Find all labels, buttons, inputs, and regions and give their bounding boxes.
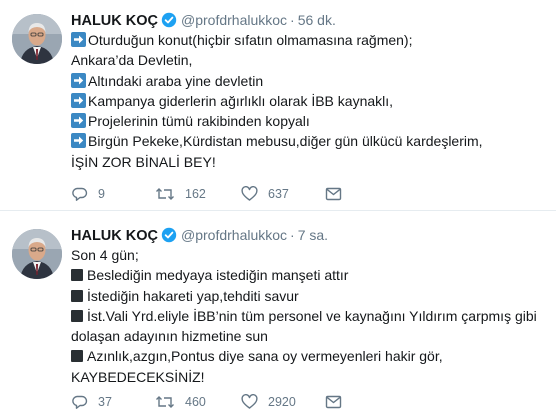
tweet-text-line-content: dolaşan adayının hizmetine sun	[71, 328, 268, 345]
tweet-actions: 37 460 2920	[71, 392, 345, 412]
black-square-emoji-icon	[71, 289, 83, 302]
like-count: 2920	[268, 395, 296, 409]
tweet-header: HALUK KOÇ @profdrhalukkoc · 56 dk.	[71, 10, 548, 30]
avatar[interactable]	[12, 229, 62, 279]
direct-message-icon	[325, 395, 342, 409]
reply-count: 37	[98, 395, 112, 409]
tweet-text-line-content: Azınlık,azgın,Pontus diye sana oy vermey…	[87, 348, 443, 365]
tweet-text-line-content: Kampanya giderlerin ağırlıklı olarak İBB…	[88, 92, 394, 109]
tweet-timestamp[interactable]: 7 sa.	[298, 227, 328, 243]
tweet-header: HALUK KOÇ @profdrhalukkoc · 7 sa.	[71, 225, 548, 245]
author-handle[interactable]: @profdrhalukkoc	[181, 12, 287, 28]
direct-message-icon	[325, 187, 342, 201]
right-arrow-emoji-icon	[71, 113, 86, 129]
right-arrow-emoji-icon	[71, 72, 86, 88]
tweet-text: Son 4 gün; Beslediğin medyaya istediğin m…	[71, 245, 548, 387]
tweet-text-line: dolaşan adayının hizmetine sun	[71, 326, 548, 346]
reply-icon	[72, 395, 88, 409]
author-name[interactable]: HALUK KOÇ	[71, 228, 158, 244]
tweet-text-line: KAYBEDECEKSİNİZ!	[71, 367, 548, 387]
direct-message-button[interactable]	[325, 184, 345, 204]
tweet-content: HALUK KOÇ @profdrhalukkoc · 7 sa. Son 4 gün…	[71, 225, 548, 387]
right-arrow-emoji-icon	[71, 133, 86, 149]
right-arrow-emoji-icon	[71, 32, 86, 47]
tweet-text-line-content: İst.Vali Yrd.eliyle İBB’nin tüm personel…	[87, 307, 537, 324]
retweet-button[interactable]: 460	[155, 392, 241, 412]
tweet-text-line-content: Oturduğun konut(hiçbir sıfatın olmamasın…	[88, 32, 413, 48]
black-square-emoji-icon	[71, 269, 83, 282]
tweet-text-line: Projelerinin tümü rakibinden kopyalı	[71, 111, 548, 131]
tweet[interactable]: HALUK KOÇ @profdrhalukkoc · 56 dk. Oturduğu…	[0, 0, 556, 211]
retweet-icon	[156, 396, 174, 408]
direct-message-button[interactable]	[325, 392, 345, 412]
like-button[interactable]: 637	[241, 184, 325, 204]
tweet-text-line-content: Birgün Pekeke,Kürdistan mebusu,diğer gün…	[88, 133, 483, 150]
verified-badge-icon	[161, 12, 177, 28]
tweet-text-line-content: İŞİN ZOR BİNALİ BEY!	[71, 153, 216, 170]
separator-dot: ·	[290, 227, 295, 243]
black-square-emoji-icon	[71, 309, 83, 322]
reply-icon	[72, 187, 88, 201]
tweet-text-line-content: Projelerinin tümü rakibinden kopyalı	[88, 113, 310, 130]
tweet-text-line: Son 4 gün;	[71, 245, 548, 265]
like-count: 637	[268, 187, 289, 201]
tweet-text-line-content: Altındaki araba yine devletin	[88, 72, 264, 89]
tweet-text-line-content: İstediğin hakareti yap,tehditi savur	[87, 287, 299, 304]
reply-count: 9	[98, 187, 105, 201]
like-icon	[241, 186, 258, 201]
tweet-text-line: Oturduğun konut(hiçbir sıfatın olmamasın…	[71, 30, 548, 50]
tweet-text-line-content: Beslediğin medyaya istediğin manşeti att…	[87, 267, 349, 284]
tweet-text-line: Kampanya giderlerin ağırlıklı olarak İBB…	[71, 91, 548, 111]
retweet-count: 162	[185, 187, 206, 201]
tweet-text-line-content: Ankara’da Devletin,	[71, 52, 193, 69]
author-name[interactable]: HALUK KOÇ	[71, 13, 158, 29]
separator-dot: ·	[290, 12, 295, 28]
black-square-emoji-icon	[71, 350, 83, 363]
tweet-text-line-content: Son 4 gün;	[71, 247, 139, 263]
tweet-actions: 9 162 637	[71, 184, 345, 204]
retweet-icon	[156, 188, 174, 200]
tweet-text-line: Azınlık,azgın,Pontus diye sana oy vermey…	[71, 346, 548, 366]
reply-button[interactable]: 9	[71, 184, 155, 204]
tweet-text-line: Ankara’da Devletin,	[71, 50, 548, 70]
tweet-text-line-content: KAYBEDECEKSİNİZ!	[71, 368, 205, 385]
tweet-content: HALUK KOÇ @profdrhalukkoc · 56 dk. Oturduğu…	[71, 10, 548, 172]
retweet-button[interactable]: 162	[155, 184, 241, 204]
retweet-count: 460	[185, 395, 206, 409]
right-arrow-emoji-icon	[71, 92, 86, 108]
tweet-text-line: İstediğin hakareti yap,tehditi savur	[71, 286, 548, 306]
tweet-text-line: İŞİN ZOR BİNALİ BEY!	[71, 152, 548, 172]
tweet-feed: HALUK KOÇ @profdrhalukkoc · 56 dk. Oturduğu…	[0, 0, 556, 417]
tweet-text-line: Beslediğin medyaya istediğin manşeti att…	[71, 265, 548, 285]
tweet-text-line: Altındaki araba yine devletin	[71, 71, 548, 91]
tweet-text-line: Birgün Pekeke,Kürdistan mebusu,diğer gün…	[71, 131, 548, 151]
like-button[interactable]: 2920	[241, 392, 325, 412]
verified-badge-icon	[161, 227, 177, 243]
tweet-timestamp[interactable]: 56 dk.	[298, 12, 336, 28]
avatar[interactable]	[12, 14, 62, 64]
tweet-text-line: İst.Vali Yrd.eliyle İBB’nin tüm personel…	[71, 306, 548, 326]
tweet-text: Oturduğun konut(hiçbir sıfatın olmamasın…	[71, 30, 548, 172]
reply-button[interactable]: 37	[71, 392, 155, 412]
like-icon	[241, 394, 258, 409]
author-handle[interactable]: @profdrhalukkoc	[181, 227, 287, 243]
tweet[interactable]: HALUK KOÇ @profdrhalukkoc · 7 sa. Son 4 gün…	[0, 211, 556, 417]
